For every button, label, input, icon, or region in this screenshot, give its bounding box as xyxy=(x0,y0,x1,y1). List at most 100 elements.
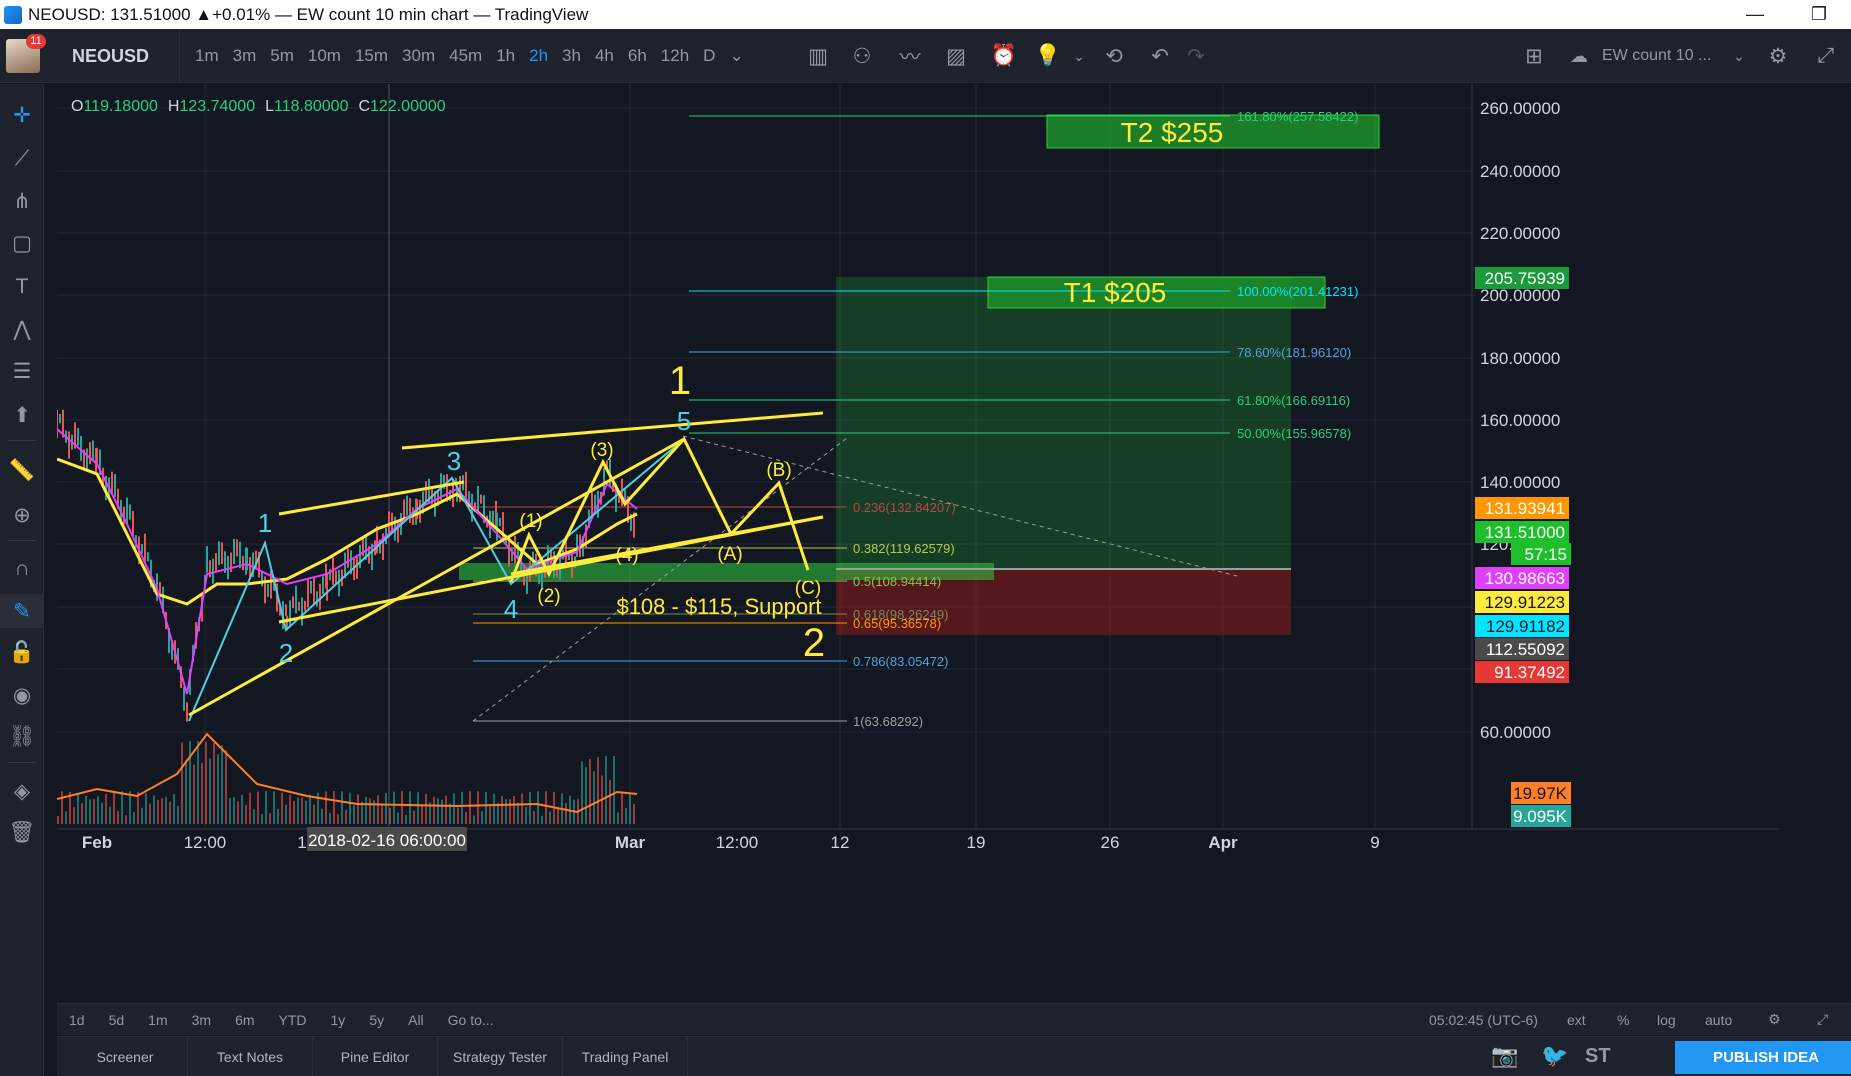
indicators-icon[interactable]: 〰 xyxy=(892,29,928,83)
volume-bar xyxy=(233,797,235,824)
volume-bar xyxy=(369,798,371,824)
range-5d[interactable]: 5d xyxy=(97,1012,137,1028)
interval-6h[interactable]: 6h xyxy=(621,29,654,83)
compare-icon[interactable]: ⚇ xyxy=(842,29,882,83)
volume-bar xyxy=(253,809,255,824)
interval-4h[interactable]: 4h xyxy=(588,29,621,83)
prediction-icon[interactable]: ☰ xyxy=(0,354,44,388)
fullscreen-icon[interactable]: ⤢ xyxy=(1808,29,1844,83)
layout-dropdown-icon[interactable]: ⌄ xyxy=(1730,29,1748,83)
interval-3h[interactable]: 3h xyxy=(555,29,588,83)
chart-type-icon[interactable]: ▥ xyxy=(800,29,836,83)
redo-icon[interactable]: ↷ xyxy=(1178,29,1214,83)
range-5y[interactable]: 5y xyxy=(357,1012,396,1028)
interval-1m[interactable]: 1m xyxy=(188,29,226,83)
zoom-icon[interactable]: ⊕ xyxy=(0,498,44,532)
restore-button[interactable]: ❐ xyxy=(1787,0,1851,29)
pitchfork-icon[interactable]: ⋔ xyxy=(0,184,44,218)
volume-bar xyxy=(285,804,287,824)
tab-text-notes[interactable]: Text Notes xyxy=(188,1037,313,1076)
interval-1h[interactable]: 1h xyxy=(489,29,522,83)
subwave-label-2: (2) xyxy=(537,586,560,607)
stay-drawing-icon[interactable]: ✎ xyxy=(0,594,44,628)
chart-pane[interactable]: 161.80%(257.58422) 100.00%(201.41231) 78.6… xyxy=(57,84,1779,994)
volume-bar xyxy=(145,793,147,824)
volume-bar xyxy=(517,802,519,824)
pattern-icon[interactable]: ⋀ xyxy=(0,312,44,346)
minimize-button[interactable]: — xyxy=(1723,0,1787,29)
price-axis-label: 205.75939 xyxy=(1485,269,1565,288)
price-axis-label: 91.37492 xyxy=(1494,663,1565,682)
stocktwits-icon[interactable]: ST xyxy=(1585,1045,1611,1068)
snapshot-camera-icon[interactable]: 📷 xyxy=(1491,1043,1518,1069)
range-1y[interactable]: 1y xyxy=(319,1012,358,1028)
percent-toggle[interactable]: % xyxy=(1617,1012,1629,1028)
chart-settings-icon[interactable]: ⚙ xyxy=(1768,1011,1781,1028)
twitter-icon[interactable]: 🐦 xyxy=(1541,1043,1568,1069)
ext-toggle[interactable]: ext xyxy=(1567,1012,1586,1028)
tab-pine-editor[interactable]: Pine Editor xyxy=(313,1037,438,1076)
range-all[interactable]: All xyxy=(396,1012,436,1028)
interval-45m[interactable]: 45m xyxy=(442,29,489,83)
range-1d[interactable]: 1d xyxy=(57,1012,97,1028)
volume-bar xyxy=(593,771,595,824)
layout-name[interactable]: EW count 10 ... xyxy=(1602,29,1711,83)
volume-bar xyxy=(101,802,103,824)
magnet-icon[interactable]: ∩ xyxy=(0,552,44,586)
interval-12h[interactable]: 12h xyxy=(654,29,696,83)
interval-dropdown-icon[interactable]: ⌄ xyxy=(722,29,750,83)
publish-idea-button[interactable]: PUBLISH IDEA xyxy=(1675,1041,1851,1074)
expand-icon[interactable]: ⤢ xyxy=(1817,1011,1828,1028)
volume-bar xyxy=(501,796,503,824)
range-ytd[interactable]: YTD xyxy=(267,1012,319,1028)
interval-3m[interactable]: 3m xyxy=(226,29,264,83)
interval-2h[interactable]: 2h xyxy=(522,29,555,83)
tab-screener[interactable]: Screener xyxy=(63,1037,188,1076)
range-1m[interactable]: 1m xyxy=(136,1012,179,1028)
price-axis-label: 130.98663 xyxy=(1485,569,1565,588)
tab-trading-panel[interactable]: Trading Panel xyxy=(563,1037,688,1076)
interval-30m[interactable]: 30m xyxy=(395,29,442,83)
ruler-icon[interactable]: 📏 xyxy=(0,454,44,488)
auto-toggle[interactable]: auto xyxy=(1705,1012,1732,1028)
interval-15m[interactable]: 15m xyxy=(348,29,395,83)
link-icon[interactable]: ⛓ xyxy=(0,720,44,754)
t2-target-label: T2 $255 xyxy=(1121,117,1224,148)
price-axis-label: 129.91182 xyxy=(1486,617,1565,636)
volume-bar xyxy=(477,791,479,824)
replay-icon[interactable]: ⟲ xyxy=(1096,29,1132,83)
trash-icon[interactable]: 🗑 xyxy=(0,816,44,850)
volume-bar xyxy=(633,803,635,824)
volume-bar xyxy=(185,760,187,824)
layout-grid-icon[interactable]: ⊞ xyxy=(1516,29,1552,83)
date-range-bar: 1d 5d 1m 3m 6m YTD 1y 5y All Go to... 05… xyxy=(57,1003,1851,1035)
log-toggle[interactable]: log xyxy=(1657,1012,1676,1028)
shapes-icon[interactable]: ▢ xyxy=(0,226,44,260)
visibility-eye-icon[interactable]: ◉ xyxy=(0,678,44,712)
interval-D[interactable]: D xyxy=(696,29,722,83)
price-chart[interactable]: 161.80%(257.58422) 100.00%(201.41231) 78.6… xyxy=(57,84,1779,994)
lock-icon[interactable]: 🔓 xyxy=(0,636,44,670)
tab-strategy-tester[interactable]: Strategy Tester xyxy=(438,1037,563,1076)
arrow-up-icon[interactable]: ⬆ xyxy=(0,398,44,432)
interval-10m[interactable]: 10m xyxy=(301,29,348,83)
text-tool-icon[interactable]: T xyxy=(0,270,44,304)
symbol-search-button[interactable]: NEOUSD xyxy=(60,29,180,83)
volume-bar xyxy=(597,757,599,824)
financials-icon[interactable]: ▨ xyxy=(938,29,974,83)
alert-icon[interactable]: ⏰ xyxy=(986,29,1022,83)
ideas-dropdown-icon[interactable]: ⌄ xyxy=(1070,29,1088,83)
ideas-bulb-icon[interactable]: 💡 xyxy=(1030,29,1066,83)
range-3m[interactable]: 3m xyxy=(180,1012,223,1028)
object-tree-icon[interactable]: ◈ xyxy=(0,774,44,808)
interval-5m[interactable]: 5m xyxy=(263,29,301,83)
volume-bar xyxy=(509,799,511,824)
volume-bar xyxy=(237,801,239,824)
range-6m[interactable]: 6m xyxy=(223,1012,266,1028)
undo-icon[interactable]: ↶ xyxy=(1142,29,1178,83)
goto-button[interactable]: Go to... xyxy=(436,1012,506,1028)
settings-gear-icon[interactable]: ⚙ xyxy=(1760,29,1796,83)
volume-bar xyxy=(337,814,339,824)
crosshair-icon[interactable]: ✛ xyxy=(0,98,44,132)
trend-line-icon[interactable]: ⟋ xyxy=(0,142,44,176)
